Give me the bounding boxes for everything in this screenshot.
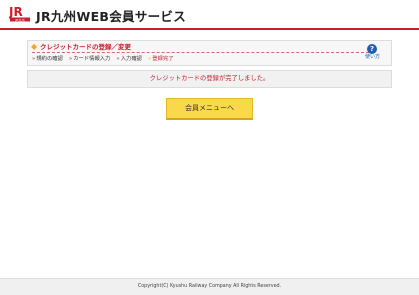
star-icon: ◆ [31, 42, 38, 51]
panel-title: クレジットカードの登録／変更 [40, 43, 131, 51]
question-icon[interactable]: ? [367, 44, 377, 54]
step-arrow-icon: » [147, 56, 152, 62]
help-link[interactable]: ? 使い方 [365, 44, 380, 61]
step-indicator: » 規約の確認 » カード情報入力 » 入力確認 » 登録完了 [32, 54, 180, 64]
step-label: カード情報入力 [73, 56, 111, 62]
site-header: JR JR九州 JR九州WEB会員サービス [0, 0, 419, 30]
copyright-text: Copyright(C) Kyushu Railway Company All … [137, 284, 282, 289]
message-box: クレジットカードの登録が完了しました。 [27, 70, 392, 88]
site-title: JR九州WEB会員サービス [36, 9, 187, 24]
completion-message: クレジットカードの登録が完了しました。 [149, 75, 270, 82]
registration-panel: ◆ クレジットカードの登録／変更 » 規約の確認 » カード情報入力 » 入力確… [27, 40, 392, 66]
step-arrow-icon: » [32, 56, 36, 62]
member-menu-button[interactable]: 会員メニューへ [166, 98, 253, 120]
help-label[interactable]: 使い方 [365, 54, 380, 61]
step-label-current: 登録完了 [152, 56, 174, 62]
jr-kyushu-logo[interactable]: JR JR九州 [9, 4, 31, 22]
step-label: 規約の確認 [36, 56, 63, 62]
step-arrow-icon: » [116, 56, 120, 62]
step-label: 入力確認 [120, 56, 142, 62]
panel-divider [32, 52, 369, 53]
step-arrow-icon: » [68, 56, 73, 62]
site-footer: Copyright(C) Kyushu Railway Company All … [0, 278, 419, 295]
svg-text:JR九州: JR九州 [15, 17, 25, 22]
